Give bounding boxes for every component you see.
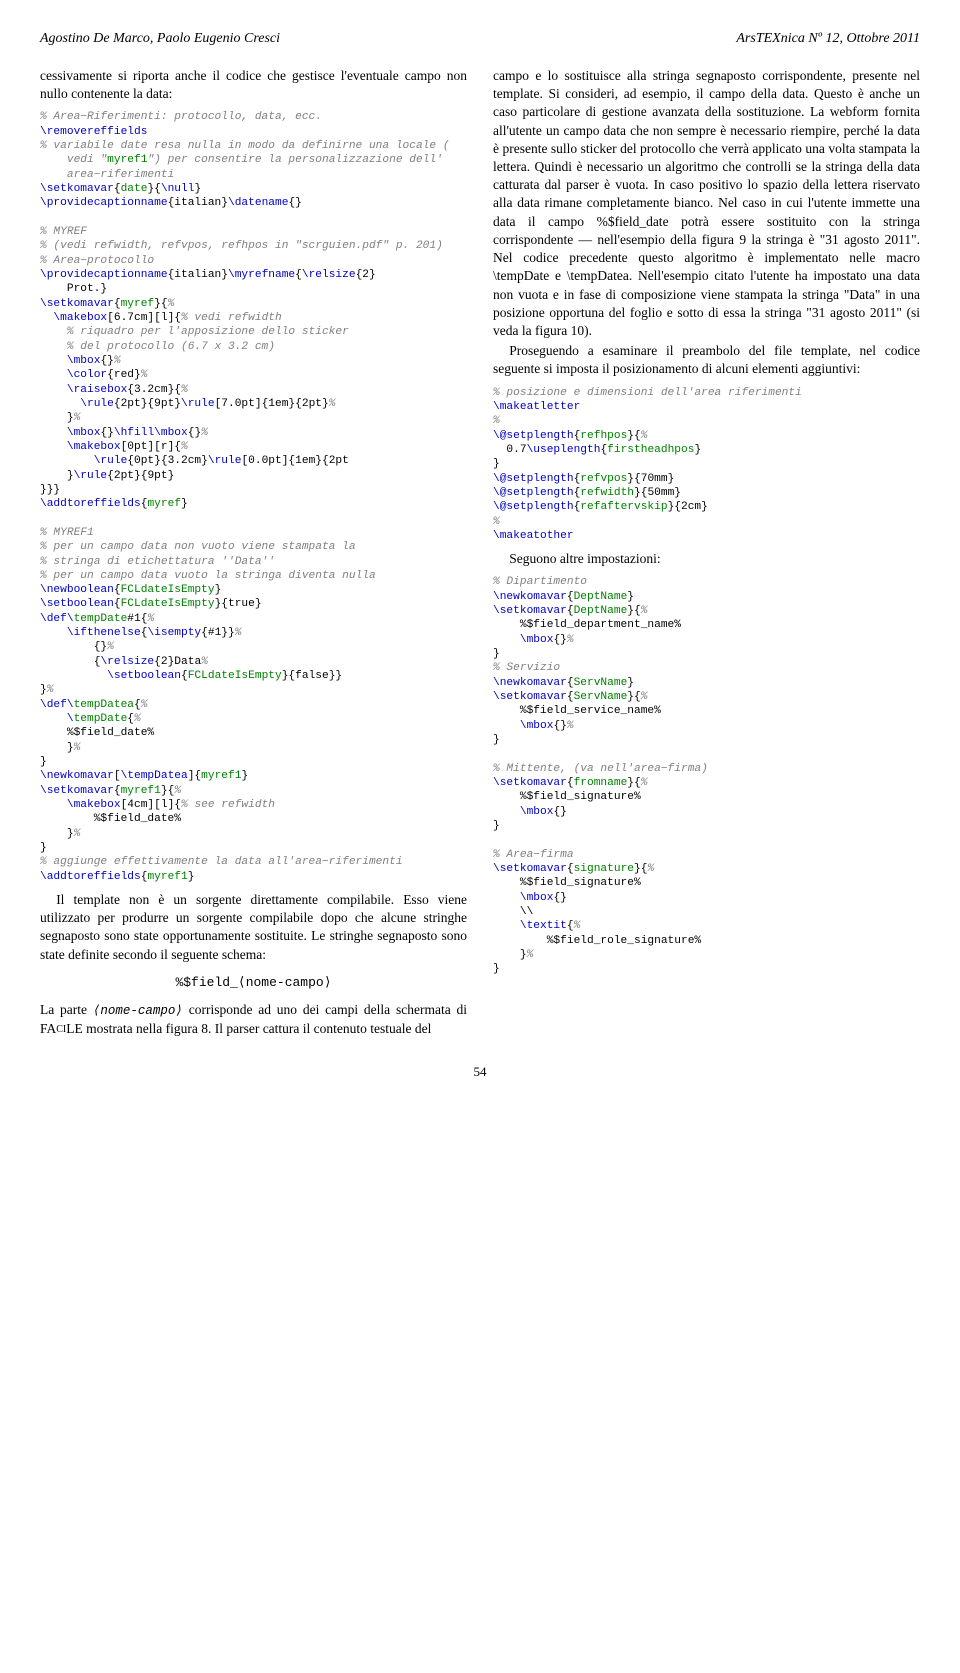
code-block: % Dipartimento \newkomavar{DeptName} \se…	[493, 575, 920, 976]
header-journal: ArsTEXnica Nº 12, Ottobre 2011	[736, 30, 920, 49]
code-block: % posizione e dimensioni dell'area rifer…	[493, 386, 920, 544]
schema-pattern: %$field_⟨nome-campo⟩	[40, 974, 467, 992]
code-block: % Area−Riferimenti: protocollo, data, ec…	[40, 110, 467, 884]
para: cessivamente si riporta anche il codice …	[40, 67, 467, 103]
para: Seguono altre impostazioni:	[493, 550, 920, 568]
logo-text: ArsTEXnica	[736, 31, 804, 46]
header-authors: Agostino De Marco, Paolo Eugenio Cresci	[40, 30, 280, 49]
issue-text: Nº 12, Ottobre 2011	[805, 31, 920, 46]
para: Proseguendo a esaminare il preambolo del…	[493, 342, 920, 378]
two-column-layout: cessivamente si riporta anche il codice …	[40, 67, 920, 1041]
left-column: cessivamente si riporta anche il codice …	[40, 67, 467, 1041]
para: La parte ⟨nome-campo⟩ corrisponde ad uno…	[40, 1001, 467, 1038]
para: campo e lo sostituisce alla stringa segn…	[493, 67, 920, 340]
page-header: Agostino De Marco, Paolo Eugenio Cresci …	[40, 30, 920, 49]
page-number: 54	[40, 1063, 920, 1081]
right-column: campo e lo sostituisce alla stringa segn…	[493, 67, 920, 1041]
para: Il template non è un sorgente direttamen…	[40, 891, 467, 964]
